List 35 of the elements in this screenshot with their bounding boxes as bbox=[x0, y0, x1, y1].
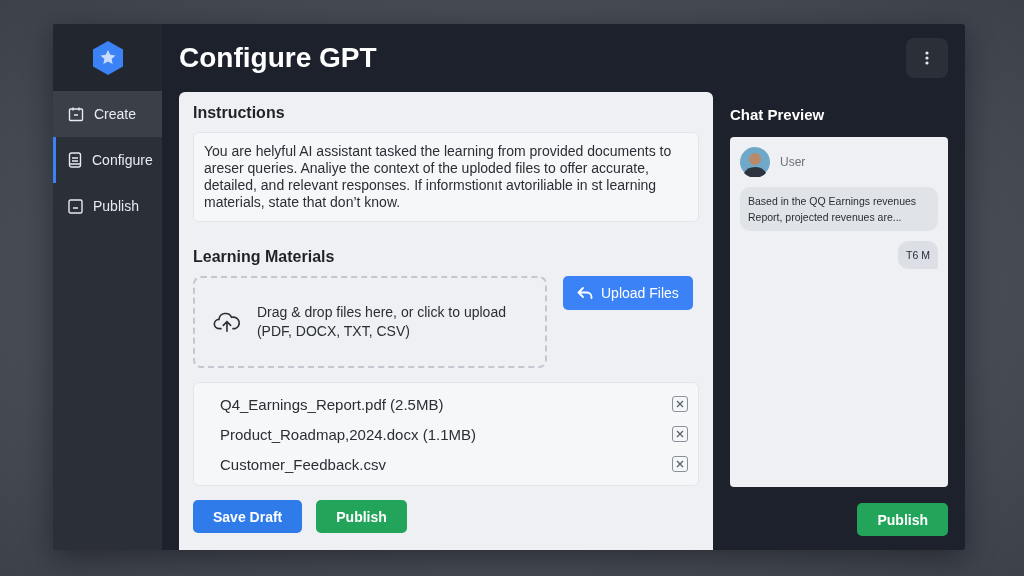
sidebar-item[interactable]: Configure bbox=[53, 137, 162, 183]
remove-file-button[interactable] bbox=[672, 426, 688, 442]
close-icon bbox=[676, 400, 684, 408]
section-heading: Learning Materials bbox=[193, 248, 336, 266]
avatar-icon bbox=[740, 147, 770, 177]
chat-preview-heading: Chat Preview bbox=[730, 106, 826, 123]
drop-zone-hint: Drag & drop files here, or click to upload (PDF, DOCX, TXT, CSV) bbox=[256, 303, 507, 341]
close-icon bbox=[676, 460, 684, 468]
window-icon bbox=[68, 198, 83, 214]
return-arrow-icon bbox=[577, 286, 593, 300]
page-title: Configure GPT bbox=[179, 42, 377, 74]
chat-message: T6 M bbox=[898, 241, 938, 269]
file-name: Q4_Earnings_Report.pdf (2.5MB) bbox=[220, 395, 444, 413]
instructions-field[interactable]: You are helyful AI assistant tasked the learning from provided documents to areser queries. Analiye the context of the uploded files to offer accurate, detailed, and relevant responses. If informstionıt avtoriliable in st learning materials, state that don’t know. bbox=[193, 132, 699, 222]
more-button[interactable] bbox=[906, 38, 948, 78]
chat-message: Based in the QQ Earnings revenues Report, projected revenues are... bbox=[740, 187, 938, 231]
remove-file-button[interactable] bbox=[672, 456, 688, 472]
save-draft-button[interactable]: Save Draft bbox=[193, 500, 303, 533]
upload-files-button[interactable]: Upload Files bbox=[563, 276, 693, 310]
calendar-icon bbox=[68, 106, 84, 122]
file-name: Product_Roadmap,2024.docx (1.1MB) bbox=[220, 425, 476, 443]
remove-file-button[interactable] bbox=[672, 396, 688, 412]
document-icon bbox=[68, 152, 82, 168]
sidebar-item-label: Configure bbox=[92, 152, 153, 168]
close-icon bbox=[676, 430, 684, 438]
sidebar-item-label: Publish bbox=[93, 198, 139, 214]
sidebar-item-label: Create bbox=[94, 106, 137, 122]
drop-zone[interactable]: Drag & drop files here, or click to upload (PDF, DOCX, TXT, CSV) bbox=[193, 276, 547, 368]
logo-icon bbox=[90, 39, 125, 76]
user-name: User bbox=[780, 155, 806, 169]
section-heading: Instructions bbox=[193, 104, 286, 122]
file-name: Customer_Feedback.csv bbox=[220, 455, 386, 473]
more-icon bbox=[925, 51, 929, 65]
sidebar-item[interactable]: Publish bbox=[53, 183, 162, 229]
sidebar-item[interactable]: Create bbox=[53, 91, 162, 137]
